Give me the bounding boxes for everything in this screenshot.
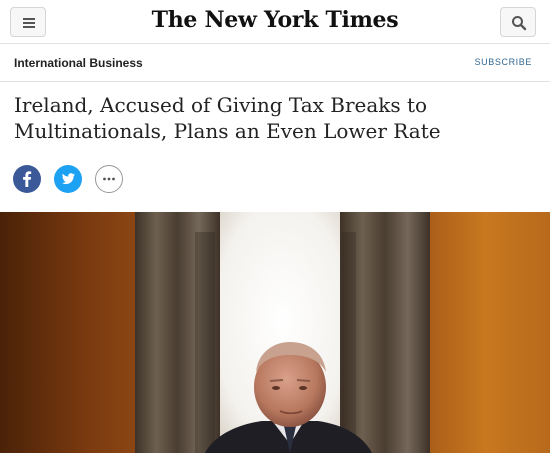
search-icon — [512, 16, 527, 31]
search-button[interactable] — [500, 7, 536, 37]
subscribe-link[interactable]: SUBSCRIBE — [475, 57, 532, 67]
section-bar: International Business SUBSCRIBE — [0, 44, 550, 82]
more-options-icon — [103, 177, 115, 181]
article-headline: Ireland, Accused of Giving Tax Breaks to… — [14, 93, 441, 143]
article-photo-image — [0, 212, 550, 453]
twitter-icon — [61, 173, 75, 185]
facebook-icon — [23, 171, 32, 187]
nyt-logo[interactable]: The New York Times — [0, 7, 550, 33]
facebook-share-button[interactable] — [13, 165, 41, 193]
twitter-share-button[interactable] — [54, 165, 82, 193]
more-share-options-button[interactable] — [95, 165, 123, 193]
article-photo — [0, 212, 550, 453]
top-navigation-bar: The New York Times — [0, 0, 550, 44]
section-link[interactable]: International Business — [14, 56, 143, 70]
